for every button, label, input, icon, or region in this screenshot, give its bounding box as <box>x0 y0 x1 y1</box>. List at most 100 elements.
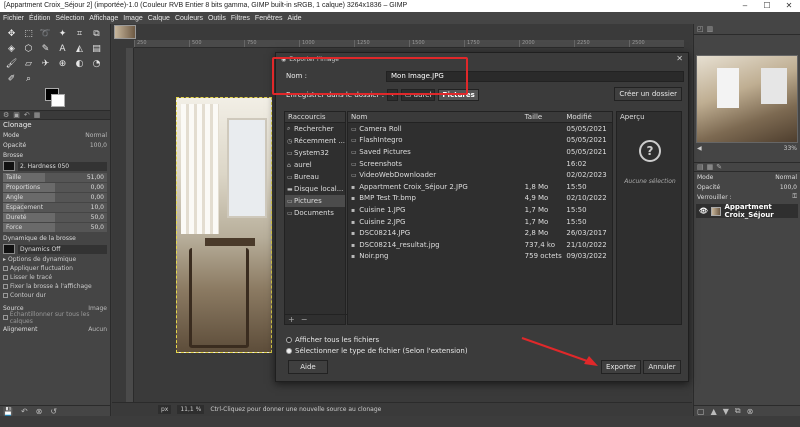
raise-layer-icon[interactable]: ▲ <box>711 407 717 416</box>
brush-thumbnail[interactable] <box>3 161 15 171</box>
undo-tab-icon[interactable]: ↶ <box>24 111 30 119</box>
alignment-select[interactable]: Aucun <box>88 326 107 333</box>
background-color[interactable] <box>51 94 65 107</box>
menu-affichage[interactable]: Affichage <box>89 15 118 22</box>
lower-layer-icon[interactable]: ▼ <box>723 407 729 416</box>
delete-icon[interactable]: ⊗ <box>36 407 43 416</box>
eraser-icon[interactable]: ▱ <box>21 57 36 70</box>
zoom-icon[interactable]: ⌕ <box>21 72 36 85</box>
fg-bg-colors[interactable] <box>45 88 110 110</box>
bucket-fill-icon[interactable]: ◭ <box>72 42 87 55</box>
dynamics-name[interactable]: Dynamics Off <box>18 244 107 254</box>
place-pictures[interactable]: ▭ Pictures <box>285 195 345 207</box>
file-row[interactable]: ▪ Cuisine 1.JPG 1,7 Mo 15:50 <box>348 204 612 216</box>
image-tab-thumbnail[interactable] <box>114 25 136 39</box>
paths-tab-icon[interactable]: ✎ <box>716 163 722 171</box>
reset-icon[interactable]: ↺ <box>50 407 57 416</box>
force-slider[interactable]: Force 50,0 <box>3 223 107 232</box>
save-options-icon[interactable]: 💾 <box>3 407 13 416</box>
export-button[interactable]: Exporter <box>601 360 641 374</box>
blur-icon[interactable]: ◐ <box>72 57 87 70</box>
checkbox-icon[interactable] <box>3 293 8 298</box>
remove-place-icon[interactable]: − <box>301 315 308 324</box>
place-documents[interactable]: ▭ Documents <box>285 207 345 219</box>
cancel-button[interactable]: Annuler <box>643 360 681 374</box>
menu-image[interactable]: Image <box>123 15 142 22</box>
file-row[interactable]: ▭ Screenshots 16:02 <box>348 158 612 170</box>
channels-tab-icon[interactable]: ▦ <box>707 163 714 171</box>
dynamics-picker[interactable]: Dynamics Off <box>3 243 107 255</box>
angle-slider[interactable]: Angle 0,00 <box>3 193 107 202</box>
file-row[interactable]: ▪ DSC08214_resultat.jpg 737,4 ko 21/10/202… <box>348 239 612 251</box>
column-modified[interactable]: Modifié <box>563 112 612 122</box>
crop-icon[interactable]: ⌗ <box>72 27 87 40</box>
unified-transform-icon[interactable]: ⧉ <box>89 27 104 40</box>
zoom-select[interactable]: 11,1 % <box>177 405 205 414</box>
layer-mode-select[interactable]: Normal <box>775 174 797 181</box>
place-search[interactable]: ⌕ Rechercher <box>285 123 345 135</box>
mode-row[interactable]: Mode Normal <box>3 130 107 140</box>
duplicate-layer-icon[interactable]: ⧉ <box>735 406 741 416</box>
menu-selection[interactable]: Sélection <box>55 15 84 22</box>
checkbox-icon[interactable] <box>3 275 8 280</box>
file-row[interactable]: ▭ Camera Roll 05/05/2021 <box>348 123 612 135</box>
unit-select[interactable]: px <box>158 405 172 414</box>
radio-icon[interactable] <box>286 336 292 343</box>
alignment-row[interactable]: Alignement Aucun <box>3 324 107 334</box>
file-row[interactable]: ▪ Noir.png 759 octets 09/03/2022 <box>348 251 612 263</box>
brush-name[interactable]: 2. Hardness 050 <box>18 161 107 171</box>
close-icon[interactable]: ✕ <box>778 0 800 12</box>
dodge-icon[interactable]: ◔ <box>89 57 104 70</box>
lasso-icon[interactable]: ➰ <box>38 27 53 40</box>
menu-couleurs[interactable]: Couleurs <box>175 15 203 22</box>
lock-icon[interactable]: ⚿ <box>792 193 797 201</box>
file-row[interactable]: ▭ Saved Pictures 05/05/2021 <box>348 146 612 158</box>
lock-brush-checkbox[interactable]: Fixer la brosse à l'affichage <box>3 282 107 291</box>
mode-select[interactable]: Normal <box>85 132 107 139</box>
airbrush-icon[interactable]: ✈ <box>38 57 53 70</box>
paintbrush-icon[interactable]: 🖌 <box>4 57 19 70</box>
hardness-slider[interactable]: Dureté 50,0 <box>3 213 107 222</box>
checkbox-icon[interactable] <box>3 266 8 271</box>
paths-icon[interactable]: ✎ <box>38 42 53 55</box>
zoom-out-icon[interactable]: ◀ <box>697 145 702 152</box>
new-layer-icon[interactable]: ▢ <box>697 407 705 416</box>
spacing-slider[interactable]: Espacement 10,0 <box>3 203 107 212</box>
dynamics-options-expander[interactable]: ▸ Options de dynamique <box>3 255 107 264</box>
place-bureau[interactable]: ▭ Bureau <box>285 171 345 183</box>
cage-icon[interactable]: ⬡ <box>21 42 36 55</box>
layer-opacity-value[interactable]: 100,0 <box>780 184 797 191</box>
visibility-eye-icon[interactable]: 👁 <box>699 207 708 215</box>
sample-merged-checkbox[interactable]: Échantillonner sur tous les calques <box>3 311 107 325</box>
image-canvas[interactable] <box>176 97 272 353</box>
file-row[interactable]: ▪ BMP Test Tr.bmp 4,9 Mo 02/10/2022 <box>348 193 612 205</box>
ratio-slider[interactable]: Proportions 0,00 <box>3 183 107 192</box>
brush-picker[interactable]: 2. Hardness 050 <box>3 160 107 172</box>
maximize-icon[interactable]: ☐ <box>756 0 778 12</box>
places-header[interactable]: Raccourcis <box>285 112 345 123</box>
size-slider[interactable]: Taille 51,00 <box>3 173 107 182</box>
place-local-disk[interactable]: ▬ Disque local... <box>285 183 345 195</box>
tool-options-tab-icon[interactable]: ⚙ <box>3 111 9 119</box>
radio-icon[interactable] <box>286 347 292 354</box>
navigator-preview[interactable] <box>696 55 798 143</box>
menu-outils[interactable]: Outils <box>208 15 226 22</box>
menu-fenetres[interactable]: Fenêtres <box>255 15 283 22</box>
menu-fichier[interactable]: Fichier <box>3 15 24 22</box>
layers-tab-icon[interactable]: ▤ <box>697 163 704 171</box>
navigator-tab-icon[interactable]: ◰ <box>697 25 704 33</box>
file-row[interactable]: ▪ DSC08214.JPG 2,8 Mo 26/03/2017 <box>348 227 612 239</box>
menu-filtres[interactable]: Filtres <box>231 15 250 22</box>
layer-mode-row[interactable]: Mode Normal <box>694 172 800 182</box>
select-file-type-option[interactable]: Sélectionner le type de fichier (Selon l… <box>286 345 468 356</box>
menu-calque[interactable]: Calque <box>148 15 170 22</box>
layer-row[interactable]: 👁 Appartment Croix_Séjour <box>696 203 798 219</box>
menu-aide[interactable]: Aide <box>288 15 302 22</box>
checkbox-icon[interactable] <box>3 315 8 320</box>
close-icon[interactable]: ✕ <box>676 54 683 63</box>
add-place-icon[interactable]: + <box>288 315 295 324</box>
file-row[interactable]: ▭ FlashIntegro 05/05/2021 <box>348 135 612 147</box>
gradient-icon[interactable]: ▤ <box>89 42 104 55</box>
rect-select-icon[interactable]: ⬚ <box>21 27 36 40</box>
opacity-row[interactable]: Opacité 100,0 <box>3 140 107 150</box>
